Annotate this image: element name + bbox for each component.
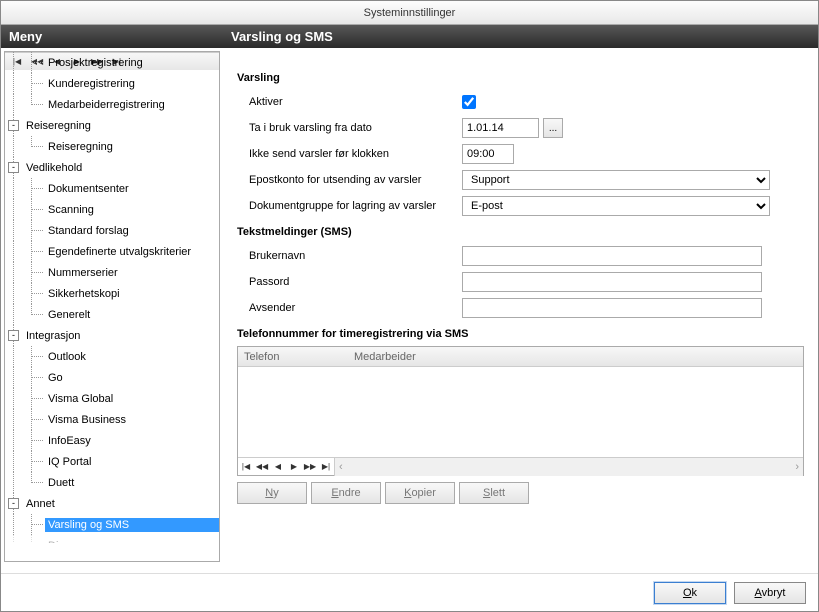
tree-item[interactable]: Duett — [5, 472, 219, 493]
collapse-icon[interactable]: - — [8, 498, 19, 509]
section-phone: Telefonnummer for timeregistrering via S… — [237, 328, 804, 340]
tree-item-label: Reiseregning — [23, 119, 219, 133]
tree-item-label: Reiseregning — [45, 140, 219, 154]
table-nav-last-icon[interactable]: ▶| — [318, 460, 334, 474]
ok-button[interactable]: Ok — [654, 582, 726, 604]
tree-item-label: Integrasjon — [23, 329, 219, 343]
tree-item-label: Visma Global — [45, 392, 219, 406]
tree-item-label: Kunderegistrering — [45, 77, 219, 91]
tree-item-label: Go — [45, 371, 219, 385]
tree-item[interactable]: Varsling og SMS — [5, 514, 219, 535]
tree-item-label: Annet — [23, 497, 219, 511]
tree-item[interactable]: InfoEasy — [5, 430, 219, 451]
tree-item[interactable]: Medarbeiderregistrering — [5, 94, 219, 115]
col-telefon[interactable]: Telefon — [238, 351, 348, 363]
label-klokken: Ikke send varsler før klokken — [237, 148, 462, 160]
tree-item-label: Generelt — [45, 308, 219, 322]
tree-view: Prosjektregistrering Kunderegistrering Med… — [4, 51, 220, 562]
ny-button[interactable]: Ny — [237, 482, 307, 504]
tree-item-label: Sikkerhetskopi — [45, 287, 219, 301]
tree-item[interactable]: Diverse — [5, 535, 219, 543]
tree-item-label: InfoEasy — [45, 434, 219, 448]
tree-item-label: Dokumentsenter — [45, 182, 219, 196]
tree-item-label: Varsling og SMS — [45, 518, 219, 532]
input-klokken[interactable] — [462, 144, 514, 164]
table-nav-prev-page-icon[interactable]: ◀◀ — [254, 460, 270, 474]
tree-item[interactable]: Visma Business — [5, 409, 219, 430]
tree-item-label: Standard forslag — [45, 224, 219, 238]
table-nav-next-page-icon[interactable]: ▶▶ — [302, 460, 318, 474]
table-nav-first-icon[interactable]: |◀ — [238, 460, 254, 474]
tree-item[interactable]: Egendefinerte utvalgskriterier — [5, 241, 219, 262]
tree-item-label: Outlook — [45, 350, 219, 364]
horizontal-scrollbar[interactable]: ‹› — [334, 458, 803, 476]
tree-item[interactable]: Sikkerhetskopi — [5, 283, 219, 304]
window-title: Systeminnstillinger — [1, 1, 818, 25]
input-brukernavn[interactable] — [462, 246, 762, 266]
tree-item-label: Visma Business — [45, 413, 219, 427]
input-avsender[interactable] — [462, 298, 762, 318]
collapse-icon[interactable]: - — [8, 162, 19, 173]
section-sms: Tekstmeldinger (SMS) — [237, 226, 804, 238]
tree-item[interactable]: Generelt — [5, 304, 219, 325]
label-dokgruppe: Dokumentgruppe for lagring av varsler — [237, 200, 462, 212]
section-varsling: Varsling — [237, 72, 804, 84]
tree-item-label: Scanning — [45, 203, 219, 217]
kopier-button[interactable]: Kopier — [385, 482, 455, 504]
tree-item[interactable]: Visma Global — [5, 388, 219, 409]
input-fradato[interactable] — [462, 118, 539, 138]
tree-item[interactable]: Go — [5, 367, 219, 388]
tree-item[interactable]: Standard forslag — [5, 220, 219, 241]
table-nav-prev-icon[interactable]: ◀ — [270, 460, 286, 474]
tree-item[interactable]: -Reiseregning — [5, 115, 219, 136]
select-epost[interactable]: Support — [462, 170, 770, 190]
collapse-icon[interactable]: - — [8, 330, 19, 341]
label-fradato: Ta i bruk varsling fra dato — [237, 122, 462, 134]
date-picker-button[interactable]: ... — [543, 118, 563, 138]
endre-button[interactable]: Endre — [311, 482, 381, 504]
tree-item[interactable]: Reiseregning — [5, 136, 219, 157]
tree-item[interactable]: Nummerserier — [5, 262, 219, 283]
sidebar-header: Meny — [1, 25, 223, 48]
slett-button[interactable]: Slett — [459, 482, 529, 504]
tree-item[interactable]: Prosjektregistrering — [5, 52, 219, 73]
col-medarbeider[interactable]: Medarbeider — [348, 351, 422, 363]
tree-item-label: Nummerserier — [45, 266, 219, 280]
tree-item-label: IQ Portal — [45, 455, 219, 469]
input-passord[interactable] — [462, 272, 762, 292]
tree-item[interactable]: IQ Portal — [5, 451, 219, 472]
table-nav-next-icon[interactable]: ▶ — [286, 460, 302, 474]
tree-item-label: Diverse — [45, 539, 219, 544]
label-avsender: Avsender — [237, 302, 462, 314]
collapse-icon[interactable]: - — [8, 120, 19, 131]
checkbox-aktiver[interactable] — [462, 95, 476, 109]
tree-item[interactable]: -Vedlikehold — [5, 157, 219, 178]
avbryt-button[interactable]: Avbryt — [734, 582, 806, 604]
tree-item[interactable]: -Integrasjon — [5, 325, 219, 346]
tree-item[interactable]: Kunderegistrering — [5, 73, 219, 94]
tree-item-label: Vedlikehold — [23, 161, 219, 175]
tree-item[interactable]: Outlook — [5, 346, 219, 367]
tree-item-label: Prosjektregistrering — [45, 56, 219, 70]
tree-item[interactable]: Scanning — [5, 199, 219, 220]
label-passord: Passord — [237, 276, 462, 288]
tree-item-label: Egendefinerte utvalgskriterier — [45, 245, 219, 259]
select-dokgruppe[interactable]: E-post — [462, 196, 770, 216]
label-epost: Epostkonto for utsending av varsler — [237, 174, 462, 186]
phone-table: Telefon Medarbeider |◀ ◀◀ ◀ ▶ ▶▶ ▶| ‹› — [237, 346, 804, 476]
tree-item-label: Medarbeiderregistrering — [45, 98, 219, 112]
tree-item-label: Duett — [45, 476, 219, 490]
tree-item[interactable]: -Annet — [5, 493, 219, 514]
content-header: Varsling og SMS — [223, 25, 818, 48]
label-aktiver: Aktiver — [237, 96, 462, 108]
tree-item[interactable]: Dokumentsenter — [5, 178, 219, 199]
label-brukernavn: Brukernavn — [237, 250, 462, 262]
